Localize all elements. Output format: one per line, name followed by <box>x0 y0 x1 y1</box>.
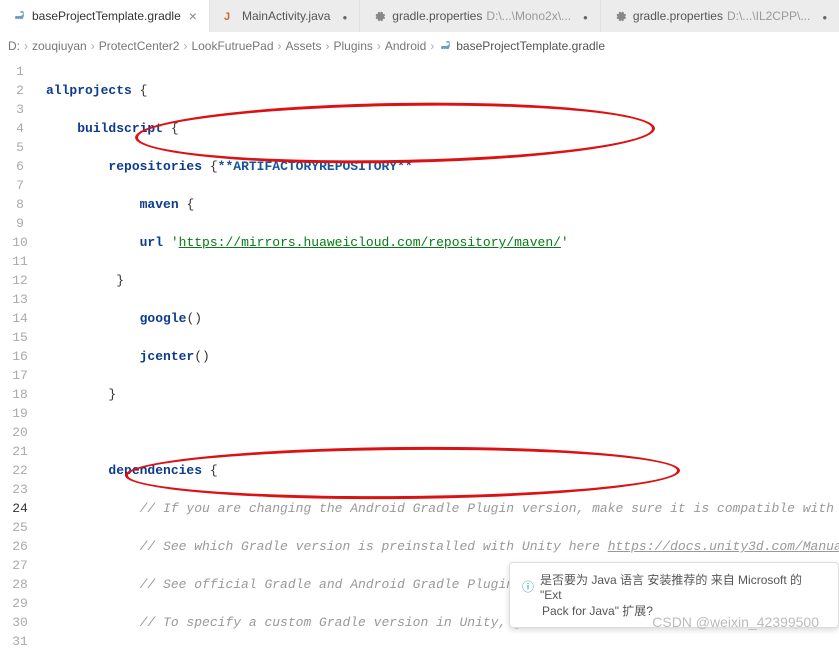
code-area[interactable]: allprojects { buildscript { repositories… <box>40 60 839 632</box>
line-number: 3 <box>0 100 40 119</box>
info-icon: ⓘ <box>522 578 534 595</box>
line-number: 28 <box>0 575 40 594</box>
line-number: 17 <box>0 366 40 385</box>
code-line[interactable]: // See which Gradle version is preinstal… <box>46 537 839 556</box>
line-number: 2 <box>0 81 40 100</box>
tab-label: MainActivity.java <box>242 9 330 23</box>
line-number: 24 <box>0 499 40 518</box>
line-number: 6 <box>0 157 40 176</box>
line-number: 25 <box>0 518 40 537</box>
java-icon: J <box>222 9 236 23</box>
crumb-file[interactable]: baseProjectTemplate.gradle <box>456 39 605 53</box>
code-line[interactable]: google() <box>46 309 839 328</box>
chevron-right-icon: › <box>91 39 95 53</box>
line-number: 10 <box>0 233 40 252</box>
chevron-right-icon: › <box>326 39 330 53</box>
code-line[interactable]: maven { <box>46 195 839 214</box>
crumb[interactable]: ProtectCenter2 <box>99 39 180 53</box>
line-number-gutter: 1 2 3 4 5 6 7 8 9 10 11 12 13 14 15 16 1… <box>0 60 40 632</box>
tab-gradleprops-2[interactable]: gradle.properties D:\...\IL2CPP\... <box>601 0 839 32</box>
code-line[interactable]: repositories {**ARTIFACTORYREPOSITORY** <box>46 157 839 176</box>
line-number: 5 <box>0 138 40 157</box>
popup-text: Pack for Java" 扩展? <box>522 602 826 619</box>
crumb[interactable]: zouqiuyan <box>32 39 87 53</box>
line-number: 18 <box>0 385 40 404</box>
tab-bar: baseProjectTemplate.gradle × J MainActiv… <box>0 0 839 32</box>
gear-icon <box>372 9 386 23</box>
code-line[interactable]: allprojects { <box>46 81 839 100</box>
tab-label: gradle.properties <box>633 9 723 23</box>
tab-mainactivity[interactable]: J MainActivity.java <box>210 0 360 32</box>
chevron-right-icon: › <box>430 39 434 53</box>
code-line[interactable]: } <box>46 271 839 290</box>
modified-indicator <box>577 9 588 23</box>
gradle-icon <box>12 9 26 23</box>
line-number: 16 <box>0 347 40 366</box>
line-number: 31 <box>0 632 40 651</box>
crumb[interactable]: Android <box>385 39 426 53</box>
line-number: 23 <box>0 480 40 499</box>
popup-text: 是否要为 Java 语言 安装推荐的 来自 Microsoft 的 "Ext <box>540 571 826 602</box>
tab-baseprojecttemplate[interactable]: baseProjectTemplate.gradle × <box>0 0 210 32</box>
code-line[interactable]: url 'https://mirrors.huaweicloud.com/rep… <box>46 233 839 252</box>
line-number: 12 <box>0 271 40 290</box>
line-number: 13 <box>0 290 40 309</box>
crumb[interactable]: Assets <box>286 39 322 53</box>
crumb[interactable]: Plugins <box>334 39 373 53</box>
close-icon[interactable]: × <box>189 9 197 23</box>
line-number: 20 <box>0 423 40 442</box>
line-number: 15 <box>0 328 40 347</box>
breadcrumb[interactable]: D:› zouqiuyan› ProtectCenter2› LookFutru… <box>0 32 839 60</box>
code-line[interactable]: buildscript { <box>46 119 839 138</box>
line-number: 22 <box>0 461 40 480</box>
line-number: 27 <box>0 556 40 575</box>
line-number: 30 <box>0 613 40 632</box>
line-number: 21 <box>0 442 40 461</box>
code-editor[interactable]: 1 2 3 4 5 6 7 8 9 10 11 12 13 14 15 16 1… <box>0 60 839 632</box>
gradle-icon <box>438 39 452 53</box>
line-number: 19 <box>0 404 40 423</box>
line-number: 14 <box>0 309 40 328</box>
modified-indicator <box>816 9 827 23</box>
code-line[interactable]: jcenter() <box>46 347 839 366</box>
tab-label: gradle.properties <box>392 9 482 23</box>
line-number: 26 <box>0 537 40 556</box>
gear-icon <box>613 9 627 23</box>
crumb[interactable]: LookFutruePad <box>191 39 273 53</box>
modified-indicator <box>336 9 347 23</box>
tab-gradleprops-1[interactable]: gradle.properties D:\...\Mono2x\... <box>360 0 601 32</box>
svg-text:J: J <box>224 11 230 23</box>
recommendation-popup[interactable]: ⓘ 是否要为 Java 语言 安装推荐的 来自 Microsoft 的 "Ext… <box>509 562 839 628</box>
tab-path: D:\...\Mono2x\... <box>486 9 571 23</box>
chevron-right-icon: › <box>183 39 187 53</box>
tab-label: baseProjectTemplate.gradle <box>32 9 181 23</box>
code-line[interactable]: // If you are changing the Android Gradl… <box>46 499 839 518</box>
crumb[interactable]: D: <box>8 39 20 53</box>
line-number: 8 <box>0 195 40 214</box>
line-number: 4 <box>0 119 40 138</box>
code-line[interactable] <box>46 423 839 442</box>
code-line[interactable]: } <box>46 385 839 404</box>
chevron-right-icon: › <box>278 39 282 53</box>
line-number: 29 <box>0 594 40 613</box>
line-number: 1 <box>0 62 40 81</box>
chevron-right-icon: › <box>377 39 381 53</box>
code-line[interactable]: dependencies { <box>46 461 839 480</box>
line-number: 9 <box>0 214 40 233</box>
line-number: 7 <box>0 176 40 195</box>
chevron-right-icon: › <box>24 39 28 53</box>
line-number: 11 <box>0 252 40 271</box>
tab-path: D:\...\IL2CPP\... <box>727 9 810 23</box>
